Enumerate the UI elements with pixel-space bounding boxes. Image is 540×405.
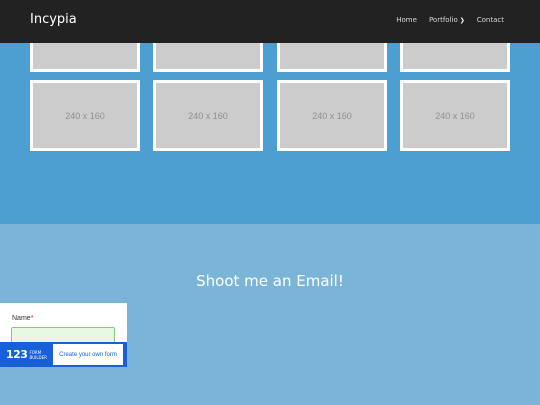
form-builder-logo-line2: BUILDER bbox=[29, 354, 47, 360]
nav-home-link[interactable]: Home bbox=[396, 16, 417, 24]
portfolio-thumbnail[interactable]: 240 x 160 bbox=[400, 80, 510, 151]
portfolio-thumbnail[interactable]: 240 x 160 bbox=[277, 80, 387, 151]
nav-contact-link[interactable]: Contact bbox=[477, 16, 504, 24]
nav-links: Home Portfolio ❯ Contact bbox=[396, 16, 504, 24]
portfolio-thumbnail[interactable]: 240 x 160 bbox=[153, 80, 263, 151]
name-input[interactable] bbox=[11, 327, 115, 343]
placeholder-image bbox=[33, 43, 137, 69]
navbar: Incypia Home Portfolio ❯ Contact bbox=[0, 0, 540, 43]
create-form-button[interactable]: Create your own form bbox=[53, 344, 123, 365]
required-asterisk: * bbox=[30, 315, 34, 322]
placeholder-image: 240 x 160 bbox=[156, 83, 260, 148]
portfolio-thumbnail[interactable]: 240 x 160 bbox=[30, 80, 140, 151]
chevron-down-icon: ❯ bbox=[459, 17, 465, 24]
placeholder-image: 240 x 160 bbox=[280, 83, 384, 148]
form-builder-logo[interactable]: 123 FORM BUILDER bbox=[6, 348, 47, 361]
nav-portfolio-link[interactable]: Portfolio ❯ bbox=[429, 16, 465, 24]
portfolio-thumbnail[interactable] bbox=[277, 43, 387, 72]
contact-title: Shoot me an Email! bbox=[196, 272, 344, 290]
placeholder-image: 240 x 160 bbox=[403, 83, 507, 148]
placeholder-image bbox=[156, 43, 260, 69]
form-builder-banner: 123 FORM BUILDER Create your own form bbox=[0, 342, 127, 367]
form-builder-logo-text: FORM BUILDER bbox=[29, 350, 46, 360]
portfolio-section: 240 x 160 240 x 160 240 x 160 240 x 160 bbox=[0, 43, 540, 224]
placeholder-image bbox=[280, 43, 384, 69]
portfolio-thumbnail[interactable] bbox=[400, 43, 510, 72]
form-builder-logo-number: 123 bbox=[6, 348, 28, 361]
nav-portfolio-label: Portfolio bbox=[428, 16, 458, 24]
portfolio-thumbnail[interactable] bbox=[153, 43, 263, 72]
placeholder-image: 240 x 160 bbox=[33, 83, 137, 148]
portfolio-thumbnail[interactable] bbox=[30, 43, 140, 72]
placeholder-image bbox=[403, 43, 507, 69]
brand-logo[interactable]: Incypia bbox=[30, 12, 77, 27]
name-label-text: Name bbox=[12, 315, 31, 322]
name-field-label: Name* bbox=[12, 315, 33, 322]
